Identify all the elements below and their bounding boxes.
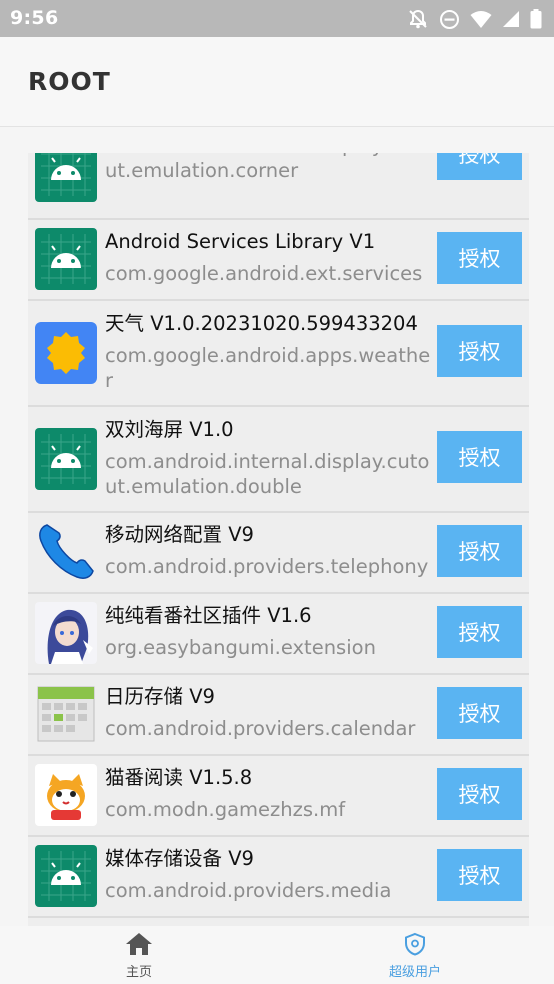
home-icon (125, 932, 153, 960)
app-package: com.modn.gamezhzs.mf (105, 798, 346, 821)
app-name: 天气 V1.0.20231020.599433204 (105, 312, 418, 335)
android-icon (35, 428, 97, 490)
signal-icon (502, 10, 520, 28)
list-item: 天气 V1.0.20231020.599433204 com.google.an… (28, 301, 529, 407)
status-bar: 9:56 (0, 0, 554, 37)
android-icon (35, 228, 97, 290)
status-time: 9:56 (10, 7, 59, 29)
cat-icon (35, 764, 97, 826)
app-name: 移动网络配置 V9 (105, 523, 254, 546)
phone-icon (35, 521, 97, 583)
grant-button[interactable]: 授权 (437, 431, 522, 483)
app-name: 双刘海屏 V1.0 (105, 418, 234, 441)
android-icon (35, 153, 97, 202)
wifi-icon (470, 10, 492, 29)
status-icons (407, 8, 542, 30)
list-item: 猫番阅读 V1.5.8 com.modn.gamezhzs.mf 授权 (28, 756, 529, 837)
list-item: 移动网络配置 V9 com.android.providers.telephon… (28, 513, 529, 594)
shield-icon (403, 932, 427, 960)
app-package: com.android.providers.calendar (105, 717, 416, 740)
app-name: 纯纯看番社区插件 V1.6 (105, 604, 312, 627)
app-package: com.android.internal.display.cutout.emul… (105, 153, 429, 182)
grant-button[interactable]: 授权 (437, 687, 522, 739)
grant-button[interactable]: 授权 (437, 525, 522, 577)
grant-button[interactable]: 授权 (437, 325, 522, 377)
list-item: 日历存储 V9 com.android.providers.calendar 授… (28, 675, 529, 756)
app-package: com.android.providers.telephony (105, 555, 429, 578)
app-package: org.easybangumi.extension (105, 636, 376, 659)
nav-label-home: 主页 (125, 965, 152, 980)
notifications-off-icon (407, 8, 429, 30)
anime-character-icon (35, 602, 97, 664)
list-item: Android Services Library V1 com.google.a… (28, 220, 529, 301)
grant-button[interactable]: 授权 (437, 232, 522, 284)
list-item: 双刘海屏 V1.0 com.android.internal.display.c… (28, 407, 529, 513)
grant-button[interactable]: 授权 (437, 153, 522, 180)
android-icon (35, 845, 97, 907)
list-item: 纯纯看番社区插件 V1.6 org.easybangumi.extension … (28, 594, 529, 675)
app-package: com.android.providers.media (105, 879, 392, 902)
do-not-disturb-icon (439, 9, 460, 30)
app-name: 日历存储 V9 (105, 685, 215, 708)
nav-item-superuser[interactable]: 超级用户 (375, 932, 455, 980)
weather-sun-icon (35, 322, 97, 384)
app-package: com.google.android.apps.weather (105, 344, 431, 392)
app-name: Android Services Library V1 (105, 230, 376, 253)
grant-button[interactable]: 授权 (437, 606, 522, 658)
app-name: 媒体存储设备 V9 (105, 847, 254, 870)
app-package: com.android.internal.display.cutout.emul… (105, 450, 430, 498)
calendar-icon (35, 683, 97, 745)
app-package: com.google.android.ext.services (105, 262, 423, 285)
battery-icon (530, 9, 542, 29)
list-item: com.android.internal.display.cutout.emul… (28, 153, 529, 220)
app-bar: ROOT (0, 37, 554, 127)
page-title: ROOT (28, 67, 111, 96)
nav-label-superuser: 超级用户 (388, 965, 441, 980)
bottom-nav: 主页 超级用户 (0, 926, 554, 984)
list-item: 媒体存储设备 V9 com.android.providers.media 授权 (28, 837, 529, 918)
grant-button[interactable]: 授权 (437, 768, 522, 820)
nav-item-home[interactable]: 主页 (99, 932, 179, 980)
app-list[interactable]: com.android.internal.display.cutout.emul… (28, 153, 529, 926)
grant-button[interactable]: 授权 (437, 849, 522, 901)
app-name: 猫番阅读 V1.5.8 (105, 766, 253, 789)
